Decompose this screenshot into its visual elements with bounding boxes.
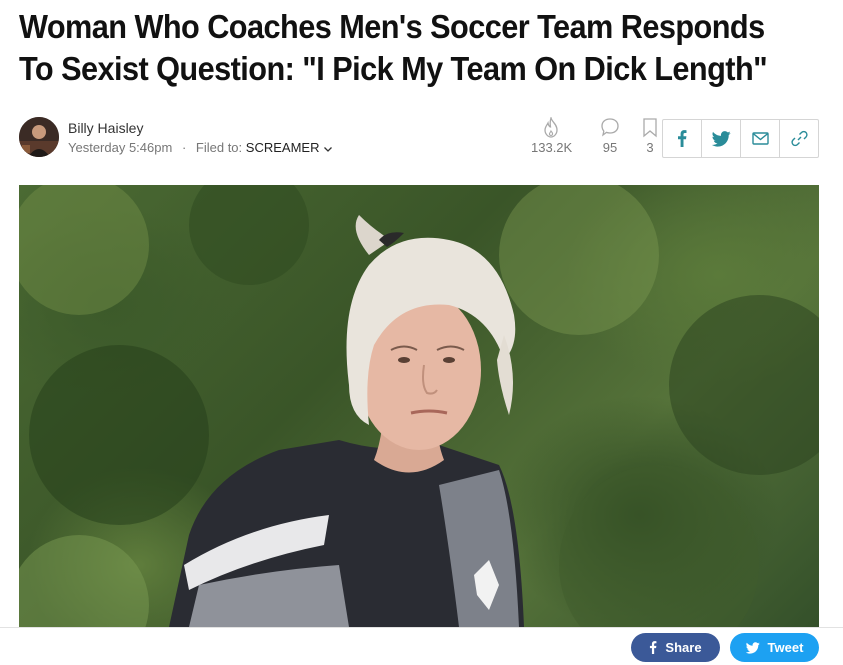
separator-dot: · <box>181 140 187 155</box>
filed-to-label: Filed to: <box>195 140 243 155</box>
twitter-tweet-pill[interactable]: Tweet <box>730 633 819 662</box>
comments-stat[interactable]: 95 <box>590 117 630 155</box>
views-stat: 133.2K <box>531 117 573 155</box>
hero-image <box>19 185 819 627</box>
tweet-label: Tweet <box>767 640 804 655</box>
copy-link-button[interactable] <box>780 120 818 157</box>
byline: Billy Haisley Yesterday 5:46pm · Filed t… <box>19 117 819 159</box>
bottom-share-bar: Share Tweet <box>0 627 843 665</box>
timestamp[interactable]: Yesterday 5:46pm <box>68 140 172 155</box>
email-share-button[interactable] <box>741 120 780 157</box>
facebook-icon <box>650 641 657 654</box>
email-icon <box>751 132 769 145</box>
facebook-share-button[interactable] <box>663 120 702 157</box>
twitter-share-button[interactable] <box>702 120 741 157</box>
views-count: 133.2K <box>531 140 573 155</box>
share-label: Share <box>665 640 702 655</box>
author-name[interactable]: Billy Haisley <box>68 120 143 136</box>
twitter-icon <box>745 641 760 654</box>
facebook-share-pill[interactable]: Share <box>631 633 720 662</box>
article-stats: 133.2K 95 3 <box>524 117 657 159</box>
coach-photo <box>19 185 819 627</box>
comments-count[interactable]: 95 <box>590 140 630 155</box>
twitter-icon <box>711 130 731 147</box>
article-headline: Woman Who Coaches Men's Soccer Team Resp… <box>19 8 768 87</box>
comment-icon[interactable] <box>600 117 620 138</box>
link-icon <box>790 130 808 147</box>
flame-icon <box>544 117 558 138</box>
author-avatar[interactable] <box>19 117 59 157</box>
facebook-icon <box>678 130 687 147</box>
byline-meta: Yesterday 5:46pm · Filed to: SCREAMER <box>68 140 333 155</box>
share-buttons <box>662 119 819 158</box>
chevron-down-icon[interactable] <box>323 144 333 154</box>
category-link[interactable]: SCREAMER <box>246 140 320 155</box>
bookmark-icon[interactable] <box>642 117 658 138</box>
